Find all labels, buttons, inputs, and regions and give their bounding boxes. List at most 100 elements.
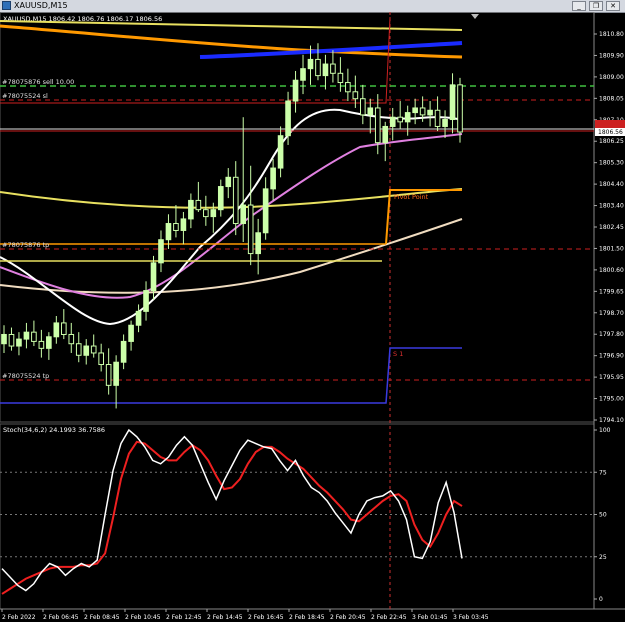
time-axis-label: 2 Feb 06:45: [43, 614, 79, 621]
candle-body: [442, 119, 448, 127]
price-axis: 1810.801809.901809.001808.051807.101806.…: [594, 31, 624, 424]
price-axis-label: 1796.90: [599, 353, 624, 360]
price-axis-label: 1797.80: [599, 331, 624, 338]
candle-body: [173, 223, 179, 231]
candle-body: [128, 324, 134, 342]
candle-body: [240, 204, 247, 225]
candle-body: [143, 290, 149, 312]
ma-yellow-top-line: [0, 20, 463, 31]
candle-body: [419, 107, 426, 116]
ma-orange-line: [0, 24, 463, 59]
support-s1-label: S 1: [393, 350, 403, 358]
candle-body: [307, 58, 314, 70]
candle-body: [38, 340, 45, 349]
candle-body: [360, 98, 366, 116]
candle-body: [300, 68, 306, 81]
time-axis-label: 3 Feb 01:45: [412, 614, 448, 621]
candle-body: [412, 107, 418, 114]
time-axis-label: 2 Feb 20:45: [330, 614, 366, 621]
candle-body: [165, 223, 172, 241]
price-axis-label: 1810.80: [599, 31, 624, 38]
price-axis-label: 1809.90: [599, 52, 624, 59]
candle-body: [262, 188, 269, 234]
price-axis-label: 1802.45: [599, 224, 624, 231]
candle-body: [382, 125, 389, 144]
pivot-point-label: Pivot Point: [394, 193, 429, 201]
candle-body: [389, 116, 396, 127]
price-axis-label: 1800.60: [599, 267, 624, 274]
price-axis-label: 1809.00: [599, 74, 624, 81]
price-axis-label: 1795.95: [599, 374, 624, 381]
candle-body: [217, 186, 224, 211]
stochastic-axis-label: 25: [599, 554, 607, 561]
candle-body: [75, 343, 82, 356]
price-axis-label: 1794.10: [599, 417, 624, 424]
candle-body: [23, 331, 30, 340]
time-axis-label: 2 Feb 14:45: [207, 614, 243, 621]
tp-order-label-2: #78075524 tp: [2, 372, 49, 380]
stochastic-axis-label: 0: [599, 596, 603, 603]
candle-body: [247, 204, 254, 255]
time-axis: 2 Feb 2022 2 Feb 06:45 2 Feb 08:45 2 Feb 10…: [1, 609, 489, 621]
price-axis-label: 1806.25: [599, 138, 624, 145]
candle-body: [135, 310, 142, 326]
window-title: XAUUSD,M15: [14, 1, 68, 10]
close-button[interactable]: ✕: [606, 1, 620, 11]
price-axis-label: 1805.30: [599, 160, 624, 167]
overlay-group: [0, 16, 594, 404]
ma-beige-line: [0, 218, 463, 294]
candle-body: [374, 107, 381, 144]
main-panel-frame: [0, 12, 595, 423]
chart-area[interactable]: XAUUSD,M15 1806.42 1806.76 1806.17 1806.…: [0, 12, 625, 622]
chart-window-icon: [2, 1, 11, 10]
candle-body: [449, 84, 456, 121]
candle-body: [345, 82, 351, 93]
candle-body: [285, 100, 291, 137]
price-axis-label: 1799.65: [599, 288, 624, 295]
price-axis-label: 1798.70: [599, 310, 624, 317]
candle-body: [98, 352, 104, 366]
candle-body: [210, 209, 217, 218]
candle-body: [322, 63, 329, 77]
ma-yellow-mid-line: [0, 188, 463, 209]
chart-shift-marker-icon[interactable]: [471, 14, 479, 19]
candle-body: [53, 322, 60, 338]
stochastic-levels: [0, 471, 594, 558]
tp-order-label-1: #78075876 tp: [2, 241, 49, 249]
candle-body: [367, 107, 374, 116]
candle-body: [120, 340, 127, 363]
time-axis-label: 2 Feb 18:45: [289, 614, 325, 621]
candle-body: [225, 176, 232, 188]
candle-body: [16, 338, 22, 347]
candle-body: [427, 109, 433, 116]
candle-body: [292, 79, 299, 102]
candle-body: [8, 333, 15, 347]
candle-body: [46, 336, 52, 349]
stochastic-axis-label: 50: [599, 512, 607, 519]
candle-body: [337, 72, 344, 84]
candle-body: [113, 361, 119, 386]
candle-body: [158, 239, 164, 264]
minimize-button[interactable]: _: [572, 1, 586, 11]
candle-body: [188, 199, 194, 220]
time-axis-label: 2 Feb 12:45: [166, 614, 202, 621]
price-axis-label: 1801.50: [599, 245, 624, 252]
ask-price-marker: [595, 120, 625, 128]
time-axis-label: 2 Feb 22:45: [371, 614, 407, 621]
price-axis-label: 1808.05: [599, 95, 624, 102]
price-axis-label: 1803.40: [599, 203, 624, 210]
candle-body: [60, 322, 67, 335]
indicator-panel-frame: [0, 423, 595, 610]
candle-body: [457, 84, 463, 133]
stochastic-axis-label: 75: [599, 469, 607, 476]
stochastic-axis: 100 75 50 25 0: [594, 427, 611, 603]
candle-body: [330, 63, 336, 74]
time-axis-label: 3 Feb 03:45: [453, 614, 489, 621]
candle-body: [352, 91, 359, 100]
restore-button[interactable]: ❐: [589, 1, 603, 11]
stochastic-header: Stoch(34,6,2) 24.1993 36.7586: [3, 426, 105, 434]
candle-body: [195, 199, 202, 211]
candle-body: [277, 135, 284, 169]
candle-body: [180, 218, 187, 231]
time-axis-label: 2 Feb 16:45: [248, 614, 284, 621]
